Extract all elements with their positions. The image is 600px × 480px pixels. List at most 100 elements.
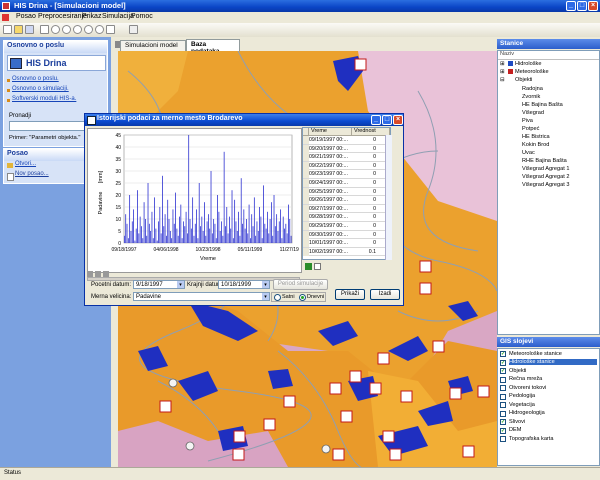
new-record-icon[interactable] [314,263,321,270]
cell-vreme[interactable]: 10/02/1997 00:... [309,249,348,255]
tree-object-item[interactable]: HE Bistrica [522,134,550,140]
layer-label[interactable]: Rečna mreža [509,376,542,382]
layer-label[interactable]: Hidrogeologija [509,410,545,416]
layer-checkbox[interactable] [500,402,506,408]
show-button[interactable]: Prikaži [335,289,365,300]
link-softverski-moduli[interactable]: Softverski moduli HIS-a. [12,96,76,102]
dialog-close-button[interactable]: × [393,115,403,125]
tree-object-item[interactable]: Potpeć [522,126,539,132]
cell-vrednost[interactable]: 0 [373,189,376,195]
cell-vrednost[interactable]: 0 [373,163,376,169]
minimize-button[interactable]: _ [566,1,576,11]
cell-vrednost[interactable]: 0 [373,137,376,143]
link-osnovno-o-simulaciji[interactable]: Osnovno o simulaciji. [12,86,69,92]
zoom-in-icon[interactable] [51,25,60,34]
end-date-input[interactable]: 10/18/1999 ▾ [218,280,270,289]
cell-vreme[interactable]: 09/26/1997 00:... [309,197,348,203]
layer-label[interactable]: Pedologija [509,393,535,399]
save-icon[interactable] [25,25,34,34]
layer-label[interactable]: Otvoreni tokovi [509,385,546,391]
dropdown-icon[interactable]: ▾ [262,293,269,300]
layer-label[interactable]: Meteorološke stanice [509,351,562,357]
start-date-input[interactable]: 9/18/1997 ▾ [133,280,185,289]
layer-label[interactable]: Topografska karta [509,436,553,442]
period-simulation-button[interactable]: Period simulacije [273,279,328,290]
layer-checkbox[interactable] [500,436,506,442]
grid-header-vreme[interactable]: Vreme [309,128,352,136]
close-button[interactable]: × [588,1,598,11]
cell-vrednost[interactable]: 0.1 [369,249,376,255]
naziv-header[interactable]: Naziv [500,51,514,57]
zoom-window-icon[interactable] [84,25,93,34]
menu-simulacija[interactable]: Simulacija [102,13,134,20]
tab-simulacioni-model[interactable]: Simulacioni model [120,40,186,51]
otvori-link[interactable]: Otvori... [15,161,36,167]
table-row[interactable]: 09/25/1997 00:... 0 [303,187,390,197]
layer-checkbox[interactable]: ✓ [500,359,506,366]
tree-object-item[interactable]: Piva [522,118,533,124]
table-row[interactable]: 09/27/1997 00:... 0 [303,204,390,214]
table-row[interactable]: 09/23/1997 00:... 0 [303,170,390,179]
table-row[interactable]: 09/19/1997 00:... 0 [303,136,390,145]
cell-vreme[interactable]: 09/30/1997 00:... [309,232,348,238]
cell-vreme[interactable]: 09/21/1997 00:... [309,154,348,160]
tree-object-item[interactable]: Višegrad Agregat 2 [522,174,569,180]
tree-objekti[interactable]: Objekti [515,77,532,83]
cell-vrednost[interactable]: 0 [373,146,376,152]
menu-preprocesiranje[interactable]: Preprocesiranje [38,13,87,20]
table-row[interactable]: 09/24/1997 00:... 0 [303,179,390,188]
layer-label[interactable]: DEM [509,427,521,433]
cell-vreme[interactable]: 09/24/1997 00:... [309,180,348,186]
dialog-maximize-button[interactable]: □ [382,115,392,125]
collapse-icon[interactable]: ⊟ [500,77,505,83]
menu-pomoc[interactable]: Pomoc [131,13,153,20]
data-grid[interactable]: Vreme Vrednost 09/19/1997 00:... 0 09/20/1… [302,127,391,260]
layer-checkbox[interactable] [500,393,506,400]
cell-vrednost[interactable]: 0 [373,180,376,186]
layer-checkbox[interactable] [500,376,506,383]
cell-vrednost[interactable]: 0 [373,232,376,238]
layer-checkbox[interactable] [500,410,506,417]
table-row[interactable]: 10/01/1997 00:... 0 [303,239,390,248]
menu-prikaz[interactable]: Prikaz [82,13,101,20]
layer-label[interactable]: Hidrološke stanice [509,359,597,365]
layer-label[interactable]: Vegetacija [509,402,535,408]
tree-object-item[interactable]: Uvac [522,150,535,156]
tree-hidroloske[interactable]: Hidrološke [515,61,541,67]
expand-icon[interactable]: ⊞ [500,69,505,75]
tree-object-item[interactable]: Višegrad Agregat 1 [522,166,569,172]
table-row[interactable]: 09/20/1997 00:... 0 [303,144,390,154]
measure-select[interactable]: Padavine ▾ [133,292,270,301]
grid-scrollbar[interactable] [385,135,392,260]
open-icon[interactable] [14,25,23,34]
cell-vrednost[interactable]: 0 [373,154,376,160]
new-icon[interactable] [3,25,12,34]
tree-object-item[interactable]: Zvornik [522,94,540,100]
select-icon[interactable] [106,25,115,34]
cell-vrednost[interactable]: 0 [373,171,376,177]
cell-vreme[interactable]: 09/22/1997 00:... [309,163,348,169]
cell-vreme[interactable]: 09/20/1997 00:... [309,146,348,152]
document-icon[interactable] [2,14,9,21]
table-row[interactable]: 09/26/1997 00:... 0 [303,196,390,205]
tree-object-item[interactable]: Kokin Brod [522,142,549,148]
maximize-button[interactable]: □ [577,1,587,11]
tree-object-item[interactable]: Višegrad Agregat 3 [522,182,569,188]
table-row[interactable]: 09/28/1997 00:... 0 [303,213,390,222]
cell-vrednost[interactable]: 0 [373,206,376,212]
zoom-out-icon[interactable] [62,25,71,34]
radio-daily[interactable] [299,294,306,301]
cell-vreme[interactable]: 09/27/1997 00:... [309,206,348,212]
table-row[interactable]: 09/21/1997 00:... 0 [303,153,390,162]
tree-object-item[interactable]: Višegrad [522,110,544,116]
table-row[interactable]: 09/30/1997 00:... 0 [303,230,390,240]
table-row[interactable]: 10/02/1997 00:... 0.1 [303,247,390,257]
layer-checkbox[interactable]: ✓ [500,419,506,425]
menu-posao[interactable]: Posao [16,13,36,20]
expand-icon[interactable]: ⊞ [500,61,505,67]
cell-vreme[interactable]: 09/25/1997 00:... [309,189,348,195]
tree-meteoroloske[interactable]: Meteorološke [515,69,549,75]
cell-vrednost[interactable]: 0 [373,197,376,203]
cell-vreme[interactable]: 09/23/1997 00:... [309,171,348,177]
cell-vreme[interactable]: 09/28/1997 00:... [309,214,348,220]
